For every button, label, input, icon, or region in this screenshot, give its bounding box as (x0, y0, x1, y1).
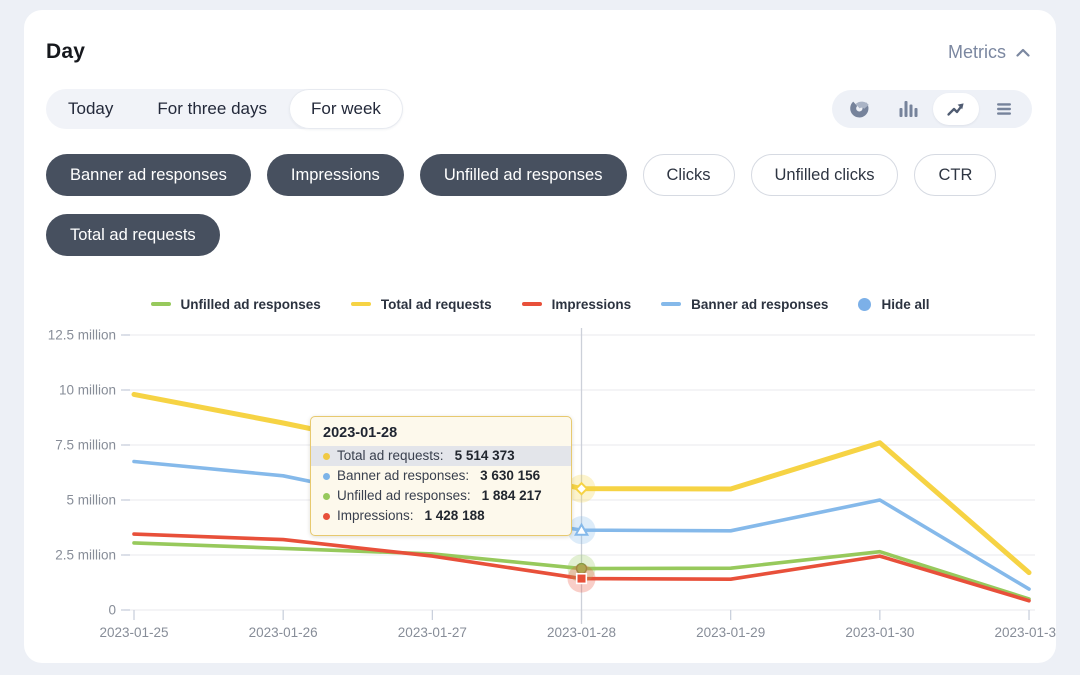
x-axis-tick-label: 2023-01-31 (994, 625, 1056, 640)
legend-hide-all[interactable]: Hide all (858, 297, 929, 312)
metric-chip-impressions[interactable]: Impressions (267, 154, 404, 196)
metrics-toggle-label: Metrics (948, 42, 1006, 63)
chart-legend: Unfilled ad responses Total ad requests Im… (24, 296, 1056, 312)
chart-tooltip: 2023-01-28 Total ad requests:5 514 373Ba… (310, 416, 572, 536)
metrics-collapse-toggle[interactable]: Metrics (948, 42, 1030, 63)
y-axis-tick-label: 2.5 million (55, 548, 116, 563)
tab-for-week[interactable]: For week (289, 89, 403, 129)
y-axis-tick-label: 12.5 million (48, 328, 116, 343)
x-axis-tick-label: 2023-01-28 (547, 625, 616, 640)
x-axis-tick-label: 2023-01-26 (249, 625, 318, 640)
legend-item-banner-ad-responses[interactable]: Banner ad responses (661, 297, 828, 312)
period-tabs: TodayFor three daysFor week (46, 89, 403, 129)
hide-all-dot (858, 298, 871, 311)
x-axis-tick-label: 2023-01-29 (696, 625, 765, 640)
metric-chip-banner-ad-responses[interactable]: Banner ad responses (46, 154, 251, 196)
legend-swatch (661, 302, 681, 306)
tooltip-rows: Total ad requests:5 514 373Banner ad res… (311, 446, 571, 526)
metrics-card: Day Metrics TodayFor three daysFor week (24, 10, 1056, 663)
x-axis-tick-label: 2023-01-27 (398, 625, 467, 640)
tooltip-series-dot (323, 453, 330, 460)
tooltip-series-dot (323, 493, 330, 500)
bar-chart-icon (898, 99, 918, 119)
legend-label: Banner ad responses (691, 297, 828, 312)
tooltip-date: 2023-01-28 (311, 425, 571, 441)
page-title: Day (46, 40, 85, 64)
tooltip-row-impressions: Impressions:1 428 188 (311, 506, 571, 526)
metric-chip-unfilled-clicks[interactable]: Unfilled clicks (751, 154, 899, 196)
tooltip-row-banner-ad-responses: Banner ad responses:3 630 156 (311, 466, 571, 486)
tooltip-row-total-ad-requests: Total ad requests:5 514 373 (311, 446, 571, 466)
legend-item-impressions[interactable]: Impressions (522, 297, 632, 312)
legend-swatch (151, 302, 171, 306)
chart-type-list-button[interactable] (981, 93, 1027, 125)
pie-chart-icon (849, 98, 871, 120)
tab-today[interactable]: Today (46, 89, 135, 129)
y-axis-tick-label: 10 million (59, 383, 116, 398)
metric-chip-total-ad-requests[interactable]: Total ad requests (46, 214, 220, 256)
x-axis-tick-label: 2023-01-30 (845, 625, 914, 640)
legend-swatch (522, 302, 542, 306)
chart-type-toolbar (832, 90, 1032, 128)
hamburger-icon (994, 99, 1014, 119)
y-axis-tick-label: 7.5 million (55, 438, 116, 453)
tooltip-row-unfilled-ad-responses: Unfilled ad responses:1 884 217 (311, 486, 571, 506)
chart-type-pie-button[interactable] (837, 93, 883, 125)
legend-label: Impressions (552, 297, 632, 312)
metric-chip-clicks[interactable]: Clicks (643, 154, 735, 196)
legend-label: Total ad requests (381, 297, 492, 312)
hover-marker-impressions (577, 574, 587, 584)
metric-chip-unfilled-ad-responses[interactable]: Unfilled ad responses (420, 154, 627, 196)
chart-type-bars-button[interactable] (885, 93, 931, 125)
legend-swatch (351, 302, 371, 306)
chart-type-line-button[interactable] (933, 93, 979, 125)
trend-line-icon (946, 99, 966, 119)
metric-chips: Banner ad responses Impressions Unfilled a… (24, 154, 1056, 256)
x-axis-tick-label: 2023-01-25 (99, 625, 168, 640)
legend-item-unfilled-ad-responses[interactable]: Unfilled ad responses (151, 297, 321, 312)
y-axis-tick-label: 0 (108, 603, 116, 618)
tab-for-three-days[interactable]: For three days (135, 89, 289, 129)
tooltip-series-dot (323, 513, 330, 520)
legend-label: Unfilled ad responses (181, 297, 321, 312)
metric-chip-ctr[interactable]: CTR (914, 154, 996, 196)
legend-item-total-ad-requests[interactable]: Total ad requests (351, 297, 492, 312)
chart-area[interactable]: 0 2.5 million 5 million 7.5 million 10 milli… (24, 320, 1056, 660)
chevron-up-icon (1016, 48, 1030, 57)
controls-row: TodayFor three daysFor week (24, 89, 1056, 129)
card-header: Day Metrics (24, 10, 1056, 64)
y-axis-tick-label: 5 million (66, 493, 116, 508)
legend-label: Hide all (881, 297, 929, 312)
tooltip-series-dot (323, 473, 330, 480)
